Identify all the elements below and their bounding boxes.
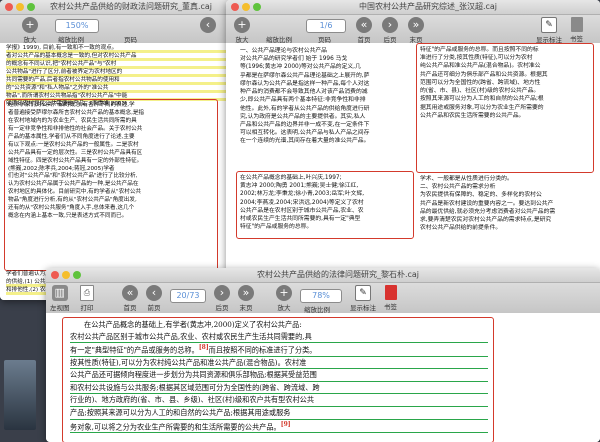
toolbar: + 放大 缩放比例 1/6 页码 « 首页 › 后页 » 末页 ✎ 显示标注 书… bbox=[226, 15, 600, 44]
window-title: 农村公共产品供给的财政法问题研究_董真.caj bbox=[49, 2, 213, 11]
show-annotations-button[interactable]: ✎ 显示标注 bbox=[536, 17, 562, 44]
close-button[interactable] bbox=[231, 3, 239, 11]
first-page-icon: « bbox=[356, 17, 372, 33]
window-title: 中国农村公共产品研究综述_张汉超.caj bbox=[358, 2, 498, 11]
bookmark-button[interactable]: 书签 bbox=[384, 285, 397, 311]
page-text-right-boxed: 特征"的产品或服务的总称。而且按照不同的标 准进行了分类,按其性质(特征),可以… bbox=[420, 47, 548, 119]
last-page-button[interactable]: » 末页 bbox=[238, 285, 254, 312]
page-text-boxed: 经济学家们对公共产品的概念,有各种不同的表述,学 者普遍接受萨缪尔森所言农村公共… bbox=[8, 102, 145, 220]
window-titlebar: 农村公共产品供给的法律问题研究_黎石朴.caj bbox=[46, 268, 600, 283]
bookmark-icon bbox=[384, 285, 397, 300]
last-page-icon: » bbox=[238, 285, 254, 301]
minimize-button[interactable] bbox=[16, 3, 24, 11]
caj-window-front: 农村公共产品供给的法律问题研究_黎石朴.caj ▥ 左视图 ⎙ 打印 « 首页 … bbox=[46, 268, 600, 442]
nav-back-button[interactable]: ‹ bbox=[200, 17, 216, 33]
annotation-icon: ✎ bbox=[541, 17, 557, 33]
zoom-in-button[interactable]: + 放大 bbox=[234, 17, 250, 44]
page-number-field[interactable]: 1/6 bbox=[306, 19, 346, 33]
first-page-icon: « bbox=[122, 285, 138, 301]
page-text-left-top: 一、公共产品理论与农村公共产品 对公共产品的研究学者们 始于 1996 马戈 等… bbox=[240, 48, 370, 145]
page-number-field[interactable]: 20/73 bbox=[170, 289, 206, 303]
sidebar-icon: ▥ bbox=[51, 285, 68, 301]
bookmark-icon bbox=[570, 17, 583, 32]
zoom-ratio-field[interactable]: 78% bbox=[300, 289, 342, 303]
document-page: 一、公共产品理论与农村公共产品 对公共产品的研究学者们 始于 1996 马戈 等… bbox=[226, 43, 600, 300]
caj-window-right: 中国农村公共产品研究综述_张汉超.caj + 放大 缩放比例 1/6 页码 « … bbox=[226, 0, 600, 300]
document-page: 在公共产品概念的基础上,有学者(黄志冲,2000)定义了农村公共产品: 农村公共… bbox=[46, 313, 600, 442]
plus-icon: + bbox=[22, 17, 38, 33]
page-text-right-after: 学术、一般都是从性质进行分类的。 二、农村公共产品的需求分析 为农民提供有保障的… bbox=[420, 176, 556, 232]
close-button[interactable] bbox=[51, 271, 59, 279]
show-annotations-button[interactable]: ✎ 显示标注 bbox=[350, 285, 376, 312]
window-title: 农村公共产品供给的法律问题研究_黎石朴.caj bbox=[256, 270, 420, 279]
chevron-right-icon: › bbox=[382, 17, 398, 33]
bookmark-button[interactable]: 书签 bbox=[570, 17, 583, 43]
first-page-button[interactable]: « 首页 bbox=[122, 285, 138, 312]
print-button[interactable]: ⎙ 打印 bbox=[80, 285, 94, 312]
toolbar: + 放大 150% 缩放比例 页码 ‹ bbox=[0, 15, 232, 44]
left-view-button[interactable]: ▥ 左视图 bbox=[50, 285, 70, 312]
footnote-marker[interactable]: [9] bbox=[281, 421, 291, 428]
desktop-wallpaper bbox=[4, 360, 36, 430]
chevron-right-icon: › bbox=[214, 285, 230, 301]
prev-page-button[interactable]: ‹ 前页 bbox=[146, 285, 162, 312]
zoom-button[interactable] bbox=[73, 271, 81, 279]
footnote-marker[interactable]: [8] bbox=[199, 344, 209, 351]
chevron-left-icon: ‹ bbox=[146, 285, 162, 301]
document-page: 学报》1999), 目前,有一致和不一致的观点。 者对公共产品的基本概念是一致的… bbox=[0, 43, 232, 300]
zoom-button[interactable] bbox=[253, 3, 261, 11]
page-text-left-boxed: 在公共产品概念的基础上,叶兴庆,1997; 黄志冲 2000;陶勇 2001;熊… bbox=[240, 175, 365, 231]
zoom-ratio-field[interactable]: 150% bbox=[55, 19, 99, 33]
zoom-in-button[interactable]: + 放大 bbox=[276, 285, 292, 312]
window-titlebar: 中国农村公共产品研究综述_张汉超.caj bbox=[226, 0, 600, 15]
window-titlebar: 农村公共产品供给的财政法问题研究_董真.caj bbox=[0, 0, 232, 15]
zoom-button[interactable] bbox=[27, 3, 35, 11]
close-button[interactable] bbox=[5, 3, 13, 11]
chevron-left-icon: ‹ bbox=[200, 17, 216, 33]
annotation-icon: ✎ bbox=[355, 285, 371, 301]
page-text-front: 在公共产品概念的基础上,有学者(黄志冲,2000)定义了农村公共产品: 农村公共… bbox=[70, 319, 488, 434]
plus-icon: + bbox=[276, 285, 292, 301]
next-page-button[interactable]: › 后页 bbox=[382, 17, 398, 44]
last-page-icon: » bbox=[408, 17, 424, 33]
last-page-button[interactable]: » 末页 bbox=[408, 17, 424, 44]
minimize-button[interactable] bbox=[242, 3, 250, 11]
print-icon: ⎙ bbox=[80, 285, 94, 301]
plus-icon: + bbox=[234, 17, 250, 33]
caj-window-left: 农村公共产品供给的财政法问题研究_董真.caj + 放大 150% 缩放比例 页… bbox=[0, 0, 232, 300]
minimize-button[interactable] bbox=[62, 271, 70, 279]
toolbar: ▥ 左视图 ⎙ 打印 « 首页 ‹ 前页 20/73 › 后页 » 末页 + 放… bbox=[46, 283, 600, 314]
next-page-button[interactable]: › 后页 bbox=[214, 285, 230, 312]
zoom-in-button[interactable]: + 放大 bbox=[22, 17, 38, 44]
first-page-button[interactable]: « 首页 bbox=[356, 17, 372, 44]
